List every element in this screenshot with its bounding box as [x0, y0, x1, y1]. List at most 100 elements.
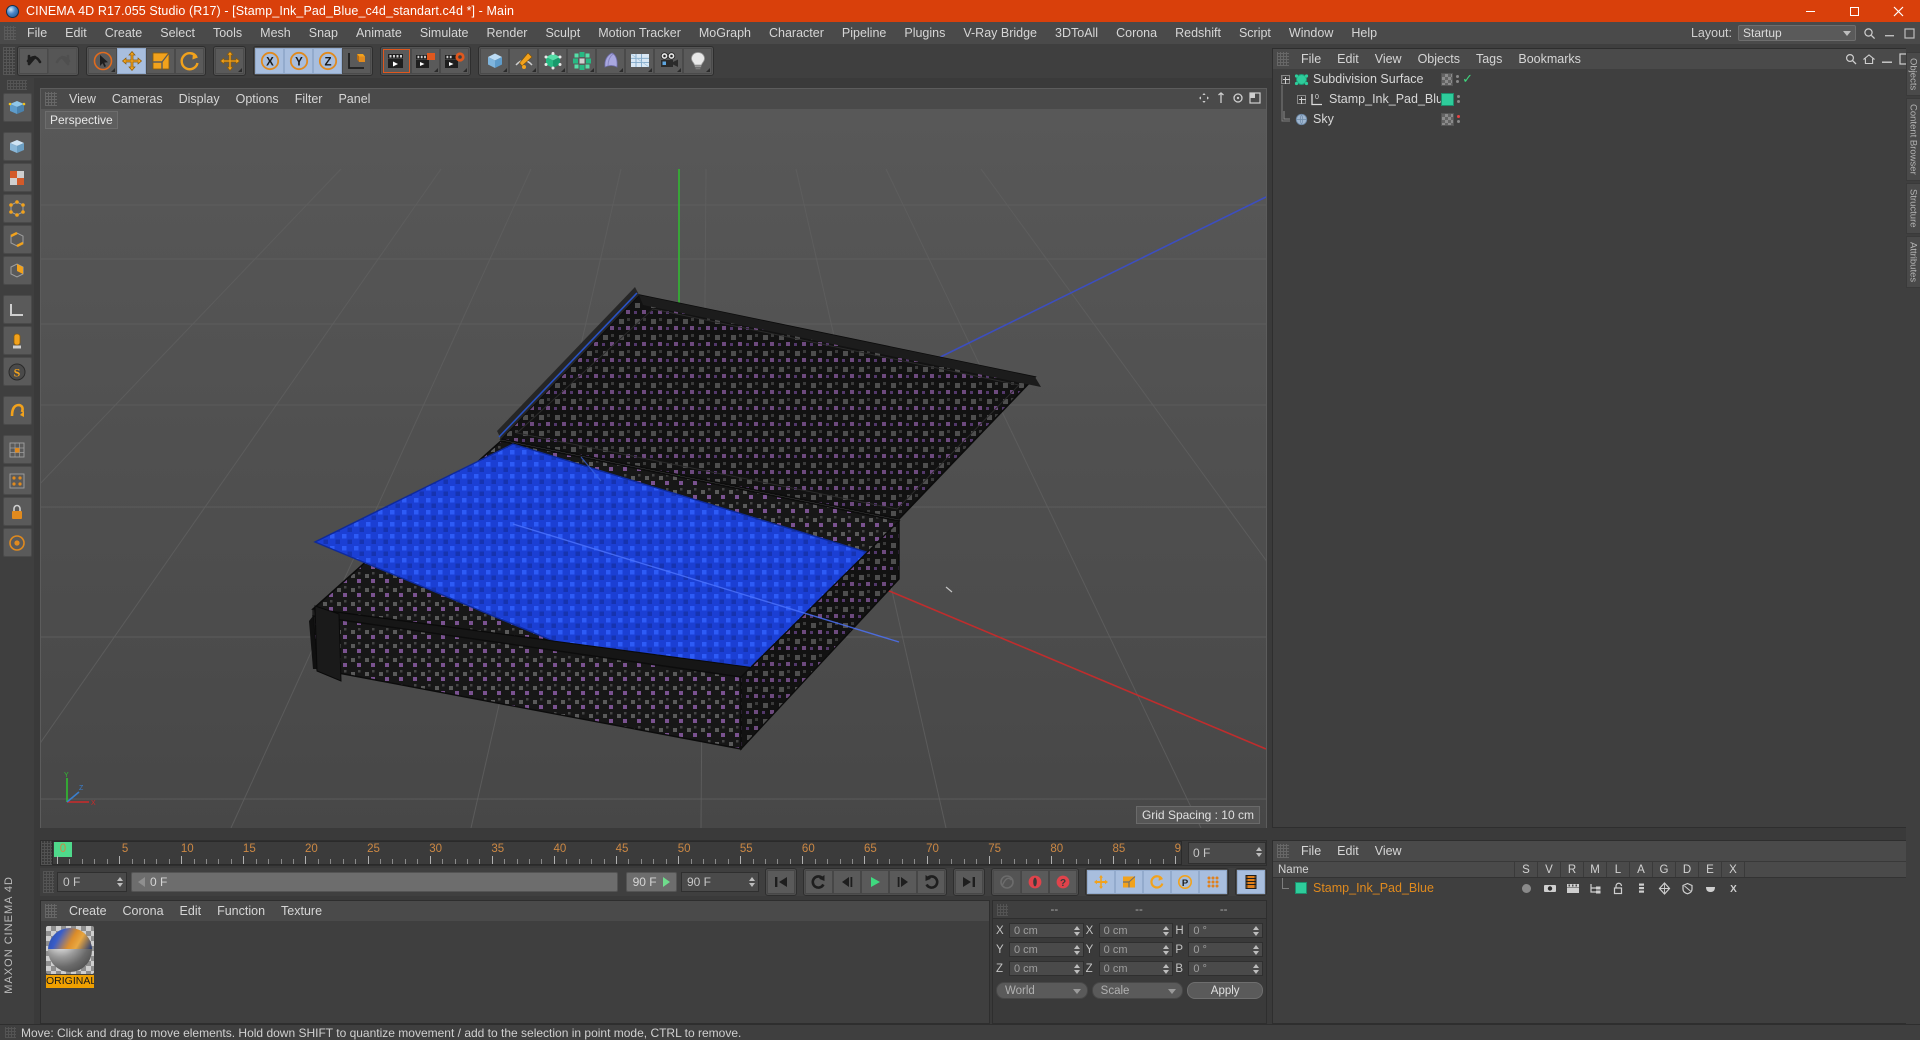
material-manager-body[interactable]: ORIGINAL [41, 921, 989, 1023]
attributes-grip[interactable] [1277, 844, 1289, 858]
playbar-range-slider[interactable]: 0 F [131, 872, 618, 892]
playbar-current-frame-field[interactable]: 0 F [57, 872, 127, 892]
size-y-field[interactable]: 0 cm [1098, 942, 1174, 957]
timeline-toggle-button[interactable] [1237, 870, 1265, 894]
panel-minimize-icon[interactable] [1882, 26, 1896, 40]
viewport-grip[interactable] [45, 92, 57, 106]
expression-icon[interactable] [1699, 878, 1722, 898]
menu-character[interactable]: Character [760, 22, 833, 44]
menu-render[interactable]: Render [477, 22, 536, 44]
model-mode-tool[interactable] [2, 132, 32, 161]
play-forwards-loop-button[interactable] [917, 870, 945, 894]
menu-create[interactable]: Create [96, 22, 152, 44]
menu-pipeline[interactable]: Pipeline [833, 22, 895, 44]
go-to-start-button[interactable] [767, 870, 795, 894]
viewport-solo-tool[interactable]: S [2, 357, 32, 386]
move-duplicate-tool[interactable] [215, 48, 244, 74]
rotate-tool[interactable] [175, 48, 204, 74]
material-menu-function[interactable]: Function [209, 901, 273, 921]
home-icon[interactable] [1862, 52, 1876, 66]
tool-submenu-corner[interactable] [648, 68, 652, 72]
menu-snap[interactable]: Snap [300, 22, 347, 44]
expander-minus[interactable] [1277, 74, 1293, 84]
spinner-icon[interactable] [1163, 926, 1170, 936]
menu-sculpt[interactable]: Sculpt [536, 22, 589, 44]
layout-select[interactable]: Startup [1738, 25, 1856, 41]
undo-button[interactable] [19, 48, 48, 74]
edges-mode-tool[interactable] [2, 225, 32, 254]
object-menu-objects[interactable]: Objects [1410, 49, 1468, 69]
render-settings-button[interactable] [440, 48, 469, 74]
object-row-sky[interactable]: Sky [1273, 109, 1915, 129]
status-bar-grip[interactable] [5, 1027, 16, 1038]
record-position-button[interactable] [1087, 870, 1115, 894]
rot-b-field[interactable]: 0 ° [1188, 961, 1264, 976]
maximize-button[interactable] [1832, 0, 1876, 22]
material-chip[interactable]: ORIGINAL [46, 926, 94, 988]
menu-3dtoall[interactable]: 3DToAll [1046, 22, 1107, 44]
tool-submenu-corner[interactable] [111, 68, 115, 72]
spinner-icon[interactable] [117, 877, 123, 887]
layer-stack-icon[interactable] [1630, 878, 1653, 898]
uv-polygons-tool[interactable] [2, 435, 32, 464]
attributes-body[interactable]: Stamp_Ink_Pad_Blue X [1273, 878, 1915, 1023]
material-manager-grip[interactable] [45, 904, 57, 918]
add-cube-object[interactable] [480, 48, 509, 74]
sphere-grey-icon[interactable] [1515, 878, 1538, 898]
scale-tool[interactable] [146, 48, 175, 74]
tool-submenu-corner[interactable] [434, 68, 438, 72]
transform-mode-select[interactable]: Scale [1091, 982, 1184, 999]
redo-button[interactable] [48, 48, 77, 74]
pos-y-field[interactable]: 0 cm [1009, 942, 1084, 957]
checker-square-icon[interactable] [1441, 112, 1454, 126]
live-selection-tool[interactable] [88, 48, 117, 74]
menu-motion-tracker[interactable]: Motion Tracker [589, 22, 690, 44]
step-back-button[interactable] [833, 870, 861, 894]
coordinates-grip[interactable] [997, 903, 1008, 916]
material-menu-create[interactable]: Create [61, 901, 115, 921]
material-menu-corona[interactable]: Corona [115, 901, 172, 921]
visibility-dots-icon[interactable] [1457, 115, 1460, 123]
spinner-icon[interactable] [1253, 926, 1260, 936]
search-icon[interactable] [1844, 52, 1858, 66]
green-square-tag-icon[interactable] [1441, 92, 1454, 106]
tool-submenu-corner[interactable] [463, 68, 467, 72]
render-view-button[interactable] [382, 48, 411, 74]
play-button[interactable] [861, 870, 889, 894]
playbar-grip[interactable] [43, 871, 54, 893]
minimize-button[interactable] [1788, 0, 1832, 22]
object-menu-view[interactable]: View [1367, 49, 1410, 69]
check-icon[interactable]: ✓ [1462, 72, 1473, 85]
size-x-field[interactable]: 0 cm [1098, 923, 1174, 938]
menu-tools[interactable]: Tools [204, 22, 251, 44]
range-right-arrow-icon[interactable] [663, 877, 670, 887]
render-to-picture-viewer-button[interactable] [411, 48, 440, 74]
move-tool[interactable] [117, 48, 146, 74]
visibility-dots-icon[interactable] [1456, 75, 1460, 83]
eye-visibility-icon[interactable] [1538, 878, 1561, 898]
object-menu-edit[interactable]: Edit [1329, 49, 1367, 69]
tool-submenu-corner[interactable] [590, 68, 594, 72]
spinner-icon[interactable] [1163, 945, 1170, 955]
render-clapper-icon[interactable] [1561, 878, 1584, 898]
add-spline-object[interactable] [509, 48, 538, 74]
tool-submenu-corner[interactable] [503, 68, 507, 72]
spinner-icon[interactable] [1163, 964, 1170, 974]
edge-tab-structure[interactable]: Structure [1905, 182, 1920, 234]
viewport-menu-display[interactable]: Display [171, 89, 228, 109]
search-icon[interactable] [1862, 26, 1876, 40]
apply-button[interactable]: Apply [1187, 982, 1264, 999]
object-row-subdivision-surface[interactable]: Subdivision Surface ✓ [1273, 69, 1915, 89]
record-parameter-button[interactable] [1199, 870, 1227, 894]
edge-tab-attributes[interactable]: Attributes [1905, 235, 1920, 288]
pan-view-icon[interactable] [1197, 91, 1211, 105]
object-menu-file[interactable]: File [1293, 49, 1329, 69]
viewport-menu-cameras[interactable]: Cameras [104, 89, 171, 109]
menu-edit[interactable]: Edit [56, 22, 96, 44]
maximize-view-icon[interactable] [1248, 91, 1262, 105]
step-forward-button[interactable] [889, 870, 917, 894]
visibility-dots-icon[interactable] [1457, 95, 1460, 103]
add-generator-object[interactable] [538, 48, 567, 74]
attributes-menu-view[interactable]: View [1367, 841, 1410, 861]
close-button[interactable] [1876, 0, 1920, 22]
